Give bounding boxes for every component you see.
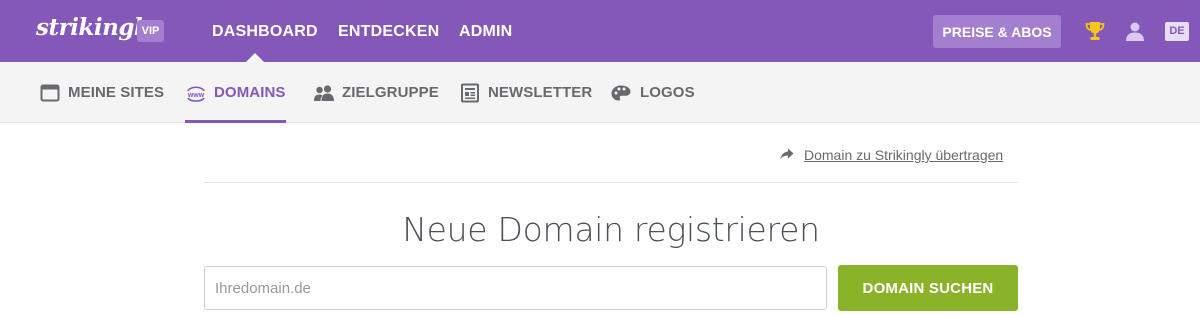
pricing-button[interactable]: PREISE & ABOS — [933, 15, 1061, 48]
subnav-label: ZIELGRUPPE — [342, 84, 439, 101]
trophy-icon[interactable] — [1084, 20, 1106, 42]
transfer-domain-link-text[interactable]: Domain zu Strikingly übertragen — [804, 145, 1003, 165]
subnav-label: LOGOS — [640, 84, 695, 101]
domain-search-button[interactable]: DOMAIN SUCHEN — [838, 265, 1018, 311]
domain-search-input[interactable] — [204, 266, 827, 310]
user-icon[interactable] — [1124, 20, 1146, 42]
browser-window-icon — [40, 84, 60, 102]
vip-badge: VIP — [137, 20, 164, 42]
content-divider — [204, 182, 1018, 183]
nav-dashboard[interactable]: DASHBOARD — [212, 0, 318, 62]
page-heading: Neue Domain registrieren — [402, 210, 820, 249]
sub-navigation-bar: MEINE SITES www DOMAINS ZIELGRUPPE NEWSL… — [0, 62, 1200, 123]
active-subnav-underline — [185, 120, 286, 123]
subnav-label: NEWSLETTER — [488, 84, 593, 101]
nav-admin[interactable]: ADMIN — [459, 0, 512, 62]
subnav-label: MEINE SITES — [68, 84, 165, 101]
palette-icon — [611, 85, 631, 101]
newsletter-icon — [461, 83, 479, 103]
language-selector[interactable]: DE — [1165, 22, 1189, 41]
share-arrow-icon — [780, 148, 794, 159]
www-icon: www — [187, 86, 205, 102]
subnav-label: DOMAINS — [214, 84, 286, 101]
nav-entdecken[interactable]: ENTDECKEN — [338, 0, 439, 62]
active-nav-caret — [246, 53, 264, 62]
top-navigation-bar: strikingly VIP DASHBOARD ENTDECKEN ADMIN… — [0, 0, 1200, 62]
users-icon — [314, 85, 334, 101]
svg-text:www: www — [187, 92, 205, 99]
